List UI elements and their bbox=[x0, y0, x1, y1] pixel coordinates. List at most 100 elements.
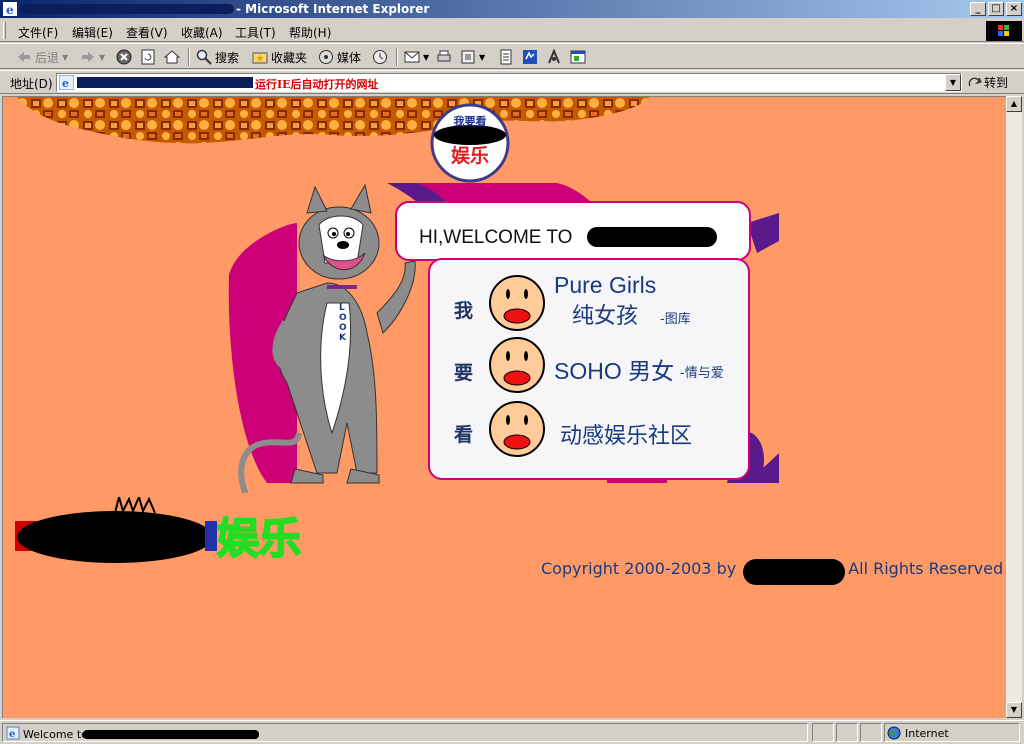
window-button[interactable] bbox=[570, 48, 586, 66]
tag-love: -情与爱 bbox=[680, 366, 724, 381]
edit-dropdown-icon[interactable]: ▼ bbox=[479, 53, 485, 62]
smiley-face-icon[interactable] bbox=[488, 336, 546, 394]
zone-label: Internet bbox=[905, 727, 949, 740]
back-arrow-icon bbox=[18, 52, 30, 62]
scroll-down-button[interactable]: ▼ bbox=[1006, 702, 1022, 718]
address-label: 地址(D) bbox=[10, 77, 53, 91]
refresh-button[interactable] bbox=[140, 48, 156, 66]
redacted-url bbox=[77, 77, 253, 88]
link-pure-girls-cn[interactable]: 纯女孩 bbox=[572, 298, 638, 330]
status-cell-3 bbox=[860, 723, 882, 742]
forward-button[interactable]: ▼ bbox=[80, 48, 105, 66]
address-bar: 地址(D) e 运行IE后自动打开的网址 ▼ 转到 bbox=[0, 70, 1024, 94]
status-cell-2 bbox=[836, 723, 858, 742]
menubar-grip[interactable] bbox=[3, 22, 6, 39]
minimize-button[interactable]: _ bbox=[970, 2, 986, 16]
globe-icon bbox=[887, 726, 901, 740]
link-pure-girls[interactable]: Pure Girls bbox=[554, 272, 656, 299]
standard-toolbar: 后退 ▼ ▼ 搜索 收藏夹 媒体 ▼ ▼ bbox=[0, 43, 1024, 69]
go-button[interactable]: 转到 bbox=[968, 74, 1008, 91]
window-icon bbox=[570, 50, 586, 64]
menu-favorites[interactable]: 收藏(A) bbox=[181, 24, 223, 41]
status-main: e Welcome to bbox=[2, 723, 808, 742]
mail-dropdown-icon[interactable]: ▼ bbox=[423, 53, 429, 62]
maximize-button[interactable]: □ bbox=[988, 2, 1004, 16]
status-bar: e Welcome to Internet bbox=[0, 720, 1024, 744]
site-logo-text: 娱乐 bbox=[216, 513, 302, 564]
print-button[interactable] bbox=[436, 48, 452, 66]
redacted-status bbox=[83, 730, 259, 739]
side-char-1: 我 bbox=[454, 300, 474, 322]
window-title: - Microsoft Internet Explorer bbox=[236, 2, 430, 16]
address-dropdown-button[interactable]: ▼ bbox=[945, 74, 961, 91]
ie-page-icon: e bbox=[59, 75, 74, 90]
favorites-folder-icon bbox=[252, 52, 268, 64]
media-icon bbox=[319, 50, 333, 64]
status-text: Welcome to bbox=[23, 728, 88, 741]
home-icon bbox=[164, 50, 180, 64]
stop-icon bbox=[116, 49, 132, 65]
menu-file[interactable]: 文件(F) bbox=[18, 24, 58, 41]
menu-edit[interactable]: 编辑(E) bbox=[72, 24, 113, 41]
go-arrow-icon bbox=[968, 77, 982, 86]
media-button[interactable]: 媒体 bbox=[318, 48, 361, 66]
back-button[interactable]: 后退 ▼ bbox=[16, 48, 68, 66]
smiley-face-icon[interactable] bbox=[488, 400, 546, 458]
mail-button[interactable]: ▼ bbox=[404, 48, 429, 66]
svg-text:e: e bbox=[6, 3, 14, 16]
stop-button[interactable] bbox=[116, 48, 132, 66]
link-soho[interactable]: SOHO 男女 bbox=[554, 352, 674, 386]
menu-view[interactable]: 查看(V) bbox=[126, 24, 168, 41]
smiley-face-icon[interactable] bbox=[488, 274, 546, 332]
favorites-label: 收藏夹 bbox=[271, 50, 308, 65]
svg-text:e: e bbox=[62, 77, 69, 90]
favorites-button[interactable]: 收藏夹 bbox=[252, 48, 307, 66]
print-icon bbox=[437, 50, 451, 62]
go-label: 转到 bbox=[984, 76, 1009, 90]
back-dropdown-icon[interactable]: ▼ bbox=[62, 53, 68, 62]
vertical-scrollbar[interactable]: ▲ ▼ bbox=[1006, 96, 1022, 718]
research-button[interactable] bbox=[546, 48, 562, 66]
forward-dropdown-icon[interactable]: ▼ bbox=[99, 53, 105, 62]
back-label: 后退 bbox=[35, 50, 60, 65]
redacted-owner bbox=[743, 559, 845, 585]
welcome-box: HI,WELCOME TO bbox=[395, 201, 751, 261]
history-button[interactable] bbox=[372, 48, 388, 66]
link-community[interactable]: 动感娱乐社区 bbox=[560, 418, 692, 450]
page-icon: e bbox=[6, 726, 20, 740]
media-label: 媒体 bbox=[337, 50, 362, 65]
menu-help[interactable]: 帮助(H) bbox=[289, 24, 331, 41]
search-label: 搜索 bbox=[215, 50, 240, 65]
badge-top-text: 我要看 bbox=[453, 115, 487, 128]
document-icon bbox=[500, 49, 512, 65]
refresh-icon bbox=[141, 49, 155, 65]
edit-button[interactable]: ▼ bbox=[460, 48, 485, 66]
side-char-2: 要 bbox=[454, 362, 474, 384]
address-input[interactable]: e 运行IE后自动打开的网址 ▼ bbox=[56, 73, 962, 92]
tag-gallery: -图库 bbox=[660, 312, 691, 327]
svg-text:e: e bbox=[9, 729, 15, 740]
search-button[interactable]: 搜索 bbox=[196, 48, 239, 66]
edit-page-icon bbox=[461, 50, 475, 64]
menu-tools[interactable]: 工具(T) bbox=[235, 24, 276, 41]
home-button[interactable] bbox=[164, 48, 180, 66]
title-bar: e - Microsoft Internet Explorer _ □ × bbox=[0, 0, 1024, 18]
status-cell-1 bbox=[812, 723, 834, 742]
cat-shirt-tag: LOOK bbox=[339, 303, 347, 343]
messenger-button[interactable] bbox=[522, 48, 538, 66]
redacted-title-text bbox=[20, 4, 234, 14]
zone-cell: Internet bbox=[884, 723, 1020, 742]
research-icon bbox=[548, 49, 560, 64]
badge-bottom-text: 娱乐 bbox=[450, 145, 489, 167]
search-icon bbox=[196, 49, 212, 65]
forward-arrow-icon bbox=[82, 52, 94, 62]
page-content: 我要看 娱乐 LOOK HI,WELCOME TO 我 要 看 Pure Gir… bbox=[2, 96, 1006, 718]
section-menu: 我 要 看 Pure Girls 纯女孩 -图库 SOHO 男女 -情与爱 动感… bbox=[428, 258, 750, 480]
url-note: 运行IE后自动打开的网址 bbox=[255, 78, 379, 91]
internet-explorer-icon: e bbox=[3, 2, 17, 16]
discuss-button[interactable] bbox=[498, 48, 514, 66]
side-char-3: 看 bbox=[454, 424, 474, 446]
close-button[interactable]: × bbox=[1006, 2, 1022, 16]
scroll-up-button[interactable]: ▲ bbox=[1006, 96, 1022, 112]
history-icon bbox=[373, 50, 387, 64]
